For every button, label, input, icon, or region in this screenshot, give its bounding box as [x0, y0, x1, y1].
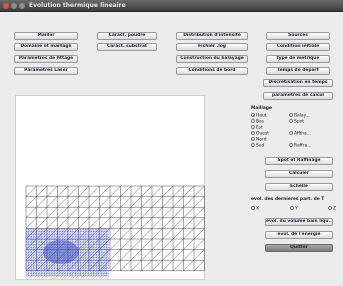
- distribution-intensite-button[interactable]: Distribution d'intensite: [176, 32, 248, 40]
- radio-icon: [289, 113, 293, 117]
- radio-icon: [251, 137, 255, 141]
- construction-balayage-button[interactable]: Construction du balayage: [176, 55, 248, 63]
- mesh-drawing: [25, 185, 205, 279]
- quitter-button[interactable]: Quitter: [265, 244, 333, 252]
- radio-raffraichir[interactable]: Raffra...: [289, 143, 311, 150]
- radio-z[interactable]: Z: [328, 206, 336, 213]
- radio-icon: [251, 206, 255, 210]
- caract-substrat-button[interactable]: Caract. substrat: [97, 43, 157, 51]
- window-title: Evolution thermique lineaire: [29, 2, 126, 9]
- temps-depart-button[interactable]: Temps de depart: [266, 67, 330, 75]
- type-metrique-button[interactable]: type de metrique: [266, 55, 330, 63]
- radio-icon: [251, 119, 255, 123]
- radio-sud[interactable]: Sud: [251, 143, 264, 150]
- evol-bain-button[interactable]: evol. du volume bain liqu...: [265, 218, 333, 226]
- radio-icon: [251, 131, 255, 135]
- radio-icon: [328, 206, 332, 210]
- caract-poudre-button[interactable]: Caract. poudre: [97, 32, 157, 40]
- evol-temp-label: evol. des dernieres part. de T: [251, 197, 325, 202]
- title-bar: Evolution thermique lineaire: [0, 0, 343, 12]
- main-panel: Mailler Caract. poudre Distribution d'in…: [0, 12, 343, 286]
- evol-energie-button[interactable]: evol. de l'energie: [265, 231, 333, 239]
- parametres-calcul-button[interactable]: parametres de calcul: [263, 92, 333, 100]
- sources-button[interactable]: Sources: [266, 32, 330, 40]
- maillage-label: Maillage: [251, 106, 272, 111]
- fichier-log-button[interactable]: Fichier .log: [176, 43, 248, 51]
- radio-affichage[interactable]: Affiha...: [289, 131, 311, 138]
- radio-x[interactable]: X: [251, 206, 259, 213]
- radio-icon: [289, 143, 293, 147]
- domaine-maillage-button[interactable]: Domaine et maillage: [14, 43, 78, 51]
- radio-icon: [289, 119, 293, 123]
- radio-y[interactable]: Y: [290, 206, 298, 213]
- condition-initiale-button[interactable]: Condition initiale: [266, 43, 330, 51]
- radio-icon: [251, 125, 255, 129]
- maximize-icon[interactable]: [19, 3, 25, 9]
- spot-raffinage-button[interactable]: Spot et Raffinage: [265, 157, 333, 165]
- radio-selected-icon: [251, 113, 255, 117]
- calculer-button[interactable]: Calculer: [265, 170, 333, 178]
- minimize-icon[interactable]: [11, 3, 17, 9]
- discretisation-temps-button[interactable]: Discretisation en temps: [263, 79, 333, 87]
- parametres-fittage-button[interactable]: Parametres de fittage: [14, 55, 78, 63]
- parametres-laser-button[interactable]: Parametres Laser: [14, 67, 78, 75]
- conditions-bord-button[interactable]: Conditions de bord: [176, 67, 248, 75]
- radio-icon: [289, 131, 293, 135]
- radio-spot[interactable]: Spot: [289, 119, 304, 126]
- mesh-canvas[interactable]: [15, 95, 205, 280]
- dense-core: [43, 240, 79, 264]
- mailler-button[interactable]: Mailler: [14, 32, 78, 40]
- radio-icon: [290, 206, 294, 210]
- close-icon[interactable]: [3, 3, 9, 9]
- echelle-button[interactable]: Echelle: [265, 183, 333, 191]
- radio-icon: [251, 143, 255, 147]
